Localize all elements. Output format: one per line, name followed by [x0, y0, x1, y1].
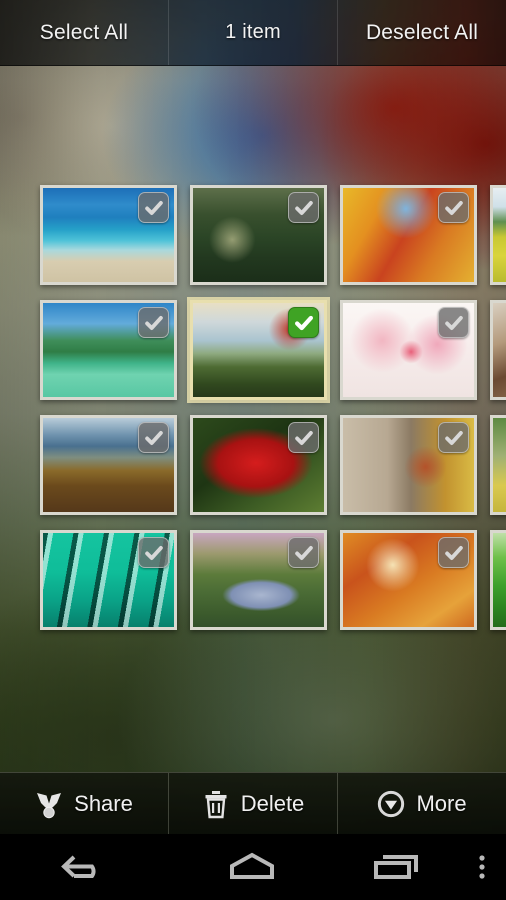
- checkbox-unchecked[interactable]: [138, 537, 169, 568]
- back-arrow-icon: [61, 855, 96, 878]
- check-icon: [144, 200, 163, 215]
- thumbnail-island-beach-longtail-boat[interactable]: [40, 300, 177, 400]
- grid-item-painted-pond-with-swans[interactable]: [190, 530, 327, 645]
- grid-item-red-canna-lily-flowers[interactable]: [190, 415, 327, 530]
- grid-item-portrait-woman-brown-hair[interactable]: [490, 300, 506, 415]
- circle-chevron-down-icon: [378, 790, 405, 817]
- thumbnail-girl-by-rock-wall-autumn[interactable]: [340, 415, 477, 515]
- selected-count-label: 1 item: [225, 21, 281, 43]
- checkbox-unchecked[interactable]: [288, 537, 319, 568]
- checkbox-unchecked[interactable]: [138, 192, 169, 223]
- grid-item-teal-abstract-feather-pattern[interactable]: [40, 530, 177, 645]
- thumbnail-image: [493, 418, 506, 512]
- grid-item-autumn-trees-orange-foliage[interactable]: [340, 185, 477, 300]
- thumbnail-mountain-lake-boardwalk[interactable]: [40, 415, 177, 515]
- thumbnail-autumn-forest-path-orange[interactable]: [340, 530, 477, 630]
- grid-item-tropical-beach-blue-sea[interactable]: [40, 185, 177, 300]
- trash-icon: [205, 790, 227, 818]
- thumbnail-tropical-beach-blue-sea[interactable]: [40, 185, 177, 285]
- grid-item-lone-tree-in-green-meadow[interactable]: [190, 300, 327, 415]
- selection-action-bar: Share Delete More: [0, 772, 506, 834]
- checkbox-unchecked[interactable]: [288, 192, 319, 223]
- check-icon: [444, 315, 463, 330]
- check-icon: [444, 545, 463, 560]
- select-all-button[interactable]: Select All: [0, 0, 168, 65]
- check-icon: [444, 430, 463, 445]
- thumbnail-lone-tree-in-green-meadow[interactable]: [190, 300, 327, 400]
- thumbnail-yellow-flowers-bouquet[interactable]: [490, 415, 506, 515]
- thumbnail-image: [493, 188, 506, 282]
- checkbox-unchecked[interactable]: [438, 537, 469, 568]
- checkbox-unchecked[interactable]: [138, 307, 169, 338]
- checkbox-unchecked[interactable]: [438, 192, 469, 223]
- thumbnail-pink-azalea-blossoms[interactable]: [340, 300, 477, 400]
- share-label: Share: [74, 790, 133, 816]
- checkbox-unchecked[interactable]: [438, 422, 469, 453]
- thumbnail-image: [493, 533, 506, 627]
- deselect-all-button[interactable]: Deselect All: [338, 0, 506, 65]
- thumbnail-portrait-woman-brown-hair[interactable]: [490, 300, 506, 400]
- check-icon: [294, 315, 313, 330]
- delete-label: Delete: [240, 790, 305, 816]
- check-icon: [144, 430, 163, 445]
- deselect-all-label: Deselect All: [365, 20, 479, 44]
- grid-item-yellow-rapeseed-field[interactable]: [490, 185, 506, 300]
- nav-back-button[interactable]: [0, 834, 168, 900]
- grid-item-mountain-lake-boardwalk[interactable]: [40, 415, 177, 530]
- thumbnail-autumn-trees-orange-foliage[interactable]: [340, 185, 477, 285]
- selected-count-display: 1 item: [168, 0, 338, 65]
- thumbnail-teal-abstract-feather-pattern[interactable]: [40, 530, 177, 630]
- share-icon: [37, 792, 62, 818]
- thumbnail-red-canna-lily-flowers[interactable]: [190, 415, 327, 515]
- checkbox-unchecked[interactable]: [288, 422, 319, 453]
- grid-item-green-gradient-leaf[interactable]: [490, 530, 506, 645]
- selection-mode-top-bar: Select All 1 item Deselect All: [0, 0, 506, 66]
- check-icon: [294, 200, 313, 215]
- nav-home-button[interactable]: [168, 834, 336, 900]
- checkbox-checked[interactable]: [288, 307, 319, 338]
- select-all-label: Select All: [39, 20, 129, 44]
- check-icon: [144, 315, 163, 330]
- grid-item-autumn-forest-path-orange[interactable]: [340, 530, 477, 645]
- grid-item-yellow-flowers-bouquet[interactable]: [490, 415, 506, 530]
- overflow-menu-icon: [479, 855, 485, 879]
- check-icon: [294, 545, 313, 560]
- grid-item-girl-by-rock-wall-autumn[interactable]: [340, 415, 477, 530]
- thumbnail-coastal-hillside-at-dusk[interactable]: [190, 185, 327, 285]
- home-icon: [230, 852, 274, 879]
- more-button[interactable]: More: [337, 773, 506, 834]
- android-navigation-bar: [0, 834, 506, 900]
- photo-grid[interactable]: [40, 185, 506, 645]
- delete-button[interactable]: Delete: [168, 773, 337, 834]
- checkbox-unchecked[interactable]: [138, 422, 169, 453]
- checkbox-unchecked[interactable]: [438, 307, 469, 338]
- check-icon: [444, 200, 463, 215]
- check-icon: [294, 430, 313, 445]
- recent-apps-icon: [374, 855, 418, 879]
- more-label: More: [416, 790, 467, 816]
- nav-overflow-menu-button[interactable]: [458, 834, 506, 900]
- check-icon: [144, 545, 163, 560]
- grid-item-island-beach-longtail-boat[interactable]: [40, 300, 177, 415]
- thumbnail-painted-pond-with-swans[interactable]: [190, 530, 327, 630]
- nav-recent-apps-button[interactable]: [336, 834, 458, 900]
- grid-item-pink-azalea-blossoms[interactable]: [340, 300, 477, 415]
- thumbnail-green-gradient-leaf[interactable]: [490, 530, 506, 630]
- grid-item-coastal-hillside-at-dusk[interactable]: [190, 185, 327, 300]
- thumbnail-image: [493, 303, 506, 397]
- thumbnail-yellow-rapeseed-field[interactable]: [490, 185, 506, 285]
- share-button[interactable]: Share: [0, 773, 168, 834]
